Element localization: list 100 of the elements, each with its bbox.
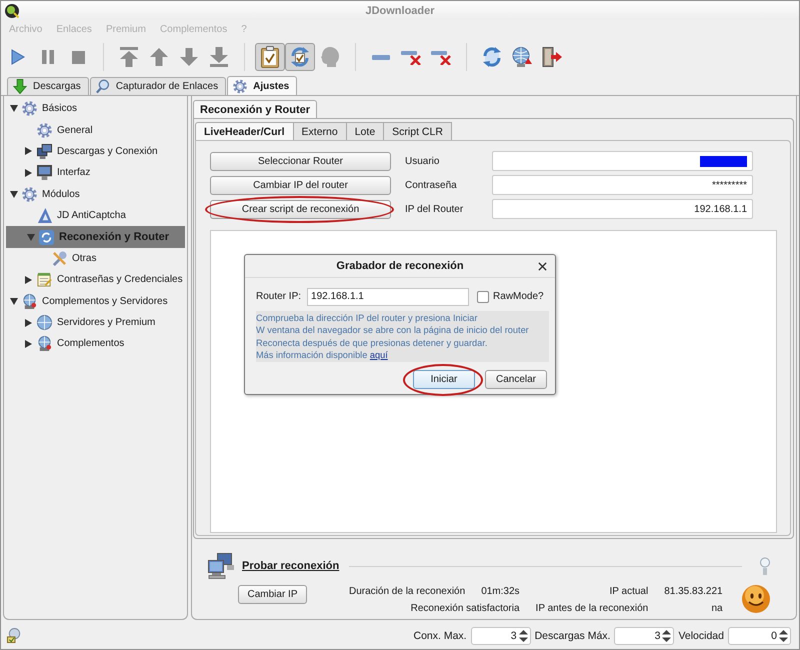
globe-arrow-icon (512, 47, 532, 67)
spinner-label: Conx. Max. (413, 630, 467, 642)
select-router-button[interactable]: Seleccionar Router (210, 152, 391, 170)
gear-icon (37, 122, 52, 138)
expander-triangle-icon[interactable] (25, 276, 32, 284)
stat-value: na (711, 603, 723, 614)
sync-tile-icon (39, 230, 54, 245)
status-text: Reconexión satisfactoria (410, 603, 520, 614)
spinner-field[interactable]: 0 (728, 626, 791, 644)
globe-check-icon[interactable] (7, 628, 22, 643)
tree-item[interactable]: Complementos y Servidores (4, 290, 187, 312)
tree-item[interactable]: Interfaz (4, 162, 187, 184)
gear-icon (233, 78, 248, 94)
globe-icon (37, 315, 52, 330)
cancel-button[interactable]: Cancelar (485, 370, 547, 389)
password-field[interactable]: ********* (492, 175, 753, 195)
window-title: JDownloader (365, 4, 435, 16)
start-button[interactable]: Iniciar (413, 370, 475, 389)
field-label: Usuario (405, 156, 440, 166)
expander-triangle-icon[interactable] (10, 190, 18, 198)
close-icon[interactable] (538, 262, 547, 270)
magnifier-icon (96, 79, 110, 94)
section-title: Probar reconexión (242, 560, 340, 572)
auto-reconnect-button[interactable] (285, 43, 315, 71)
router-ip-field[interactable]: 192.168.1.1 (492, 199, 753, 219)
expander-triangle-icon[interactable] (25, 168, 32, 177)
clipboard-check-icon (261, 46, 279, 68)
tab[interactable]: Capturador de Enlaces (90, 77, 226, 95)
tab[interactable]: Externo (294, 122, 347, 140)
stat-label: IP antes de la reconexión (536, 603, 648, 614)
spinner-field[interactable]: 3 (614, 626, 674, 644)
tab[interactable]: Reconexión y Router (193, 100, 318, 118)
expander-triangle-icon[interactable] (25, 318, 32, 327)
head-silhouette-icon (321, 47, 339, 67)
tab[interactable]: Lote (346, 122, 384, 140)
tree-item[interactable]: Básicos (4, 98, 187, 120)
tab-label: Descargas (33, 81, 81, 92)
spin-arrows-icon[interactable] (518, 630, 528, 642)
arrow-to-bottom-icon (210, 47, 228, 67)
pause-icon (42, 50, 54, 64)
app-icon (5, 4, 19, 18)
stat-label: Duración de la reconexión (349, 586, 466, 597)
tree-item[interactable]: Servidores y Premium (4, 312, 187, 334)
arrow-to-top-icon (120, 47, 138, 67)
notepad-icon (37, 272, 52, 288)
download-arrow-icon (13, 79, 27, 94)
stop-icon (72, 50, 84, 64)
tree-item[interactable]: JD AntiCaptcha (4, 204, 187, 226)
router-ip-input[interactable]: 192.168.1.1 (307, 288, 470, 306)
spinner-label: Descargas Máx. (534, 630, 610, 642)
tree-item[interactable]: Complementos (4, 333, 187, 355)
monitors-icon (37, 144, 52, 159)
dialog-title: Grabador de reconexión (336, 260, 464, 272)
more-info-link[interactable]: aquí (370, 350, 388, 360)
username-field[interactable] (492, 151, 753, 171)
change-ip-button[interactable]: Cambiar IP (238, 585, 307, 604)
tab[interactable]: LiveHeader/Curl (195, 122, 294, 140)
play-icon (11, 49, 25, 65)
expander-triangle-icon[interactable] (10, 105, 18, 112)
change-ip-button[interactable]: Cambiar IP del router (210, 176, 391, 194)
tree-item[interactable]: Contraseñas y Credenciales (4, 269, 187, 291)
triangle-icon (37, 208, 52, 224)
info-text: Comprueba la dirección IP del router y presiona Iniciar W ventana del navegador se abre con la página de inicio del router Reconecta después de que presionas detener y guardar. Más información disponible aquí (256, 311, 549, 362)
tab[interactable]: Descargas (7, 77, 89, 95)
spin-arrows-icon[interactable] (662, 630, 672, 642)
expander-triangle-icon[interactable] (25, 147, 32, 156)
sync-icon (482, 47, 502, 67)
tab[interactable]: Script CLR (384, 122, 452, 140)
gear-icon (22, 186, 37, 202)
globe-stand-icon (22, 294, 37, 309)
spin-arrows-icon[interactable] (779, 630, 788, 642)
create-script-button[interactable]: Crear script de reconexión (210, 200, 391, 218)
globe-stand-icon (37, 336, 52, 352)
tab-label: Ajustes (253, 80, 290, 92)
clipboard-watch-button[interactable] (255, 43, 285, 71)
field-label: Router IP: (256, 291, 302, 302)
bar-cross-icon (431, 49, 451, 65)
computers-icon (208, 553, 234, 579)
field-label: IP del Router (405, 204, 464, 214)
tools-icon (52, 250, 67, 266)
tree-item[interactable]: General (4, 119, 187, 141)
arrow-down-icon (180, 48, 198, 66)
expander-triangle-icon[interactable] (10, 298, 18, 305)
gear-icon (22, 101, 37, 116)
field-label: Contraseña (405, 180, 458, 190)
minus-bar-icon (372, 54, 390, 60)
stat-label: IP actual (609, 586, 648, 597)
tree-item[interactable]: Otras (4, 248, 187, 270)
stat-value: 81.35.83.221 (664, 586, 723, 597)
expander-triangle-icon[interactable] (25, 340, 32, 348)
tab[interactable]: Ajustes (227, 76, 298, 95)
tree-item[interactable]: Reconexión y Router (6, 226, 185, 248)
spinner-field[interactable]: 3 (470, 626, 531, 644)
checkbox[interactable] (477, 290, 490, 302)
tree-item[interactable]: Módulos (4, 184, 187, 205)
sync-check-icon (290, 47, 310, 67)
checkbox-label[interactable]: RawMode? (493, 291, 544, 302)
tab-label: Capturador de Enlaces (116, 81, 218, 92)
tree-item[interactable]: Descargas y Conexión (4, 140, 187, 162)
stat-value: 01m:32s (481, 586, 520, 597)
